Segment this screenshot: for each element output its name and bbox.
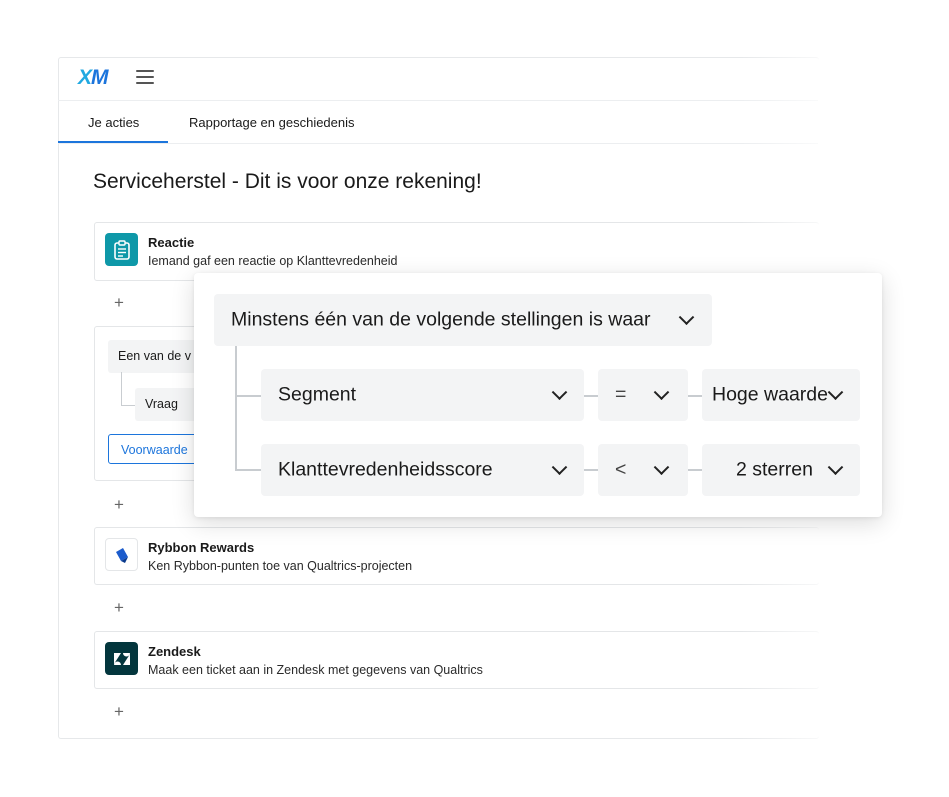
chevron-down-icon: [827, 459, 844, 476]
task-card-zendesk[interactable]: Zendesk Maak een ticket aan in Zendesk m…: [94, 631, 819, 689]
task-card-rybbon[interactable]: Rybbon Rewards Ken Rybbon-punten toe van…: [94, 527, 819, 585]
chevron-down-icon: [827, 384, 844, 401]
tree-connector: [235, 469, 261, 471]
field-dropdown-segment[interactable]: Segment: [261, 369, 584, 421]
header-divider: [58, 100, 818, 101]
value-dropdown-2-sterren[interactable]: 2 sterren: [702, 444, 860, 496]
hamburger-menu-icon[interactable]: [136, 70, 154, 84]
tree-connector: [121, 405, 135, 406]
chevron-down-icon: [653, 384, 670, 401]
card-title: Reactie: [148, 235, 195, 250]
tab-divider: [58, 143, 818, 144]
add-step-plus-icon[interactable]: +: [114, 293, 124, 313]
card-title: Rybbon Rewards: [148, 540, 255, 555]
tree-connector: [688, 395, 702, 397]
tab-rapportage[interactable]: Rapportage en geschiedenis: [189, 115, 355, 130]
tree-connector: [584, 469, 598, 471]
xm-logo[interactable]: XM: [78, 66, 108, 90]
add-step-plus-icon[interactable]: +: [114, 495, 124, 515]
operator-dropdown-equals[interactable]: =: [598, 369, 688, 421]
card-title: Zendesk: [148, 644, 201, 659]
card-subtitle: Ken Rybbon-punten toe van Qualtrics-proj…: [148, 559, 413, 573]
add-step-plus-icon[interactable]: +: [114, 702, 124, 722]
tree-connector: [235, 346, 237, 470]
tree-connector: [235, 395, 261, 397]
chevron-down-icon: [551, 459, 568, 476]
card-subtitle: Iemand gaf een reactie op Klanttevredenh…: [148, 254, 398, 268]
chevron-down-icon: [653, 459, 670, 476]
tab-je-acties[interactable]: Je acties: [88, 115, 139, 130]
operator-dropdown-less-than[interactable]: <: [598, 444, 688, 496]
condition-group-dropdown[interactable]: Minstens één van de volgende stellingen …: [214, 294, 712, 346]
value-dropdown-hoge-waarde[interactable]: Hoge waarde: [702, 369, 860, 421]
tree-connector: [584, 395, 598, 397]
add-condition-button[interactable]: Voorwaarde: [108, 434, 208, 464]
chevron-down-icon: [551, 384, 568, 401]
chevron-down-icon: [678, 309, 695, 326]
add-step-plus-icon[interactable]: +: [114, 598, 124, 618]
tree-connector: [121, 372, 122, 405]
tree-connector: [688, 469, 702, 471]
field-dropdown-klanttevredenheidsscore[interactable]: Klanttevredenheidsscore: [261, 444, 584, 496]
page-title: Serviceherstel - Dit is voor onze rekeni…: [93, 170, 482, 193]
card-subtitle: Maak een ticket aan in Zendesk met gegev…: [148, 663, 483, 677]
clipboard-icon: [105, 233, 138, 266]
zendesk-icon: [105, 642, 138, 675]
rybbon-icon: [105, 538, 138, 571]
